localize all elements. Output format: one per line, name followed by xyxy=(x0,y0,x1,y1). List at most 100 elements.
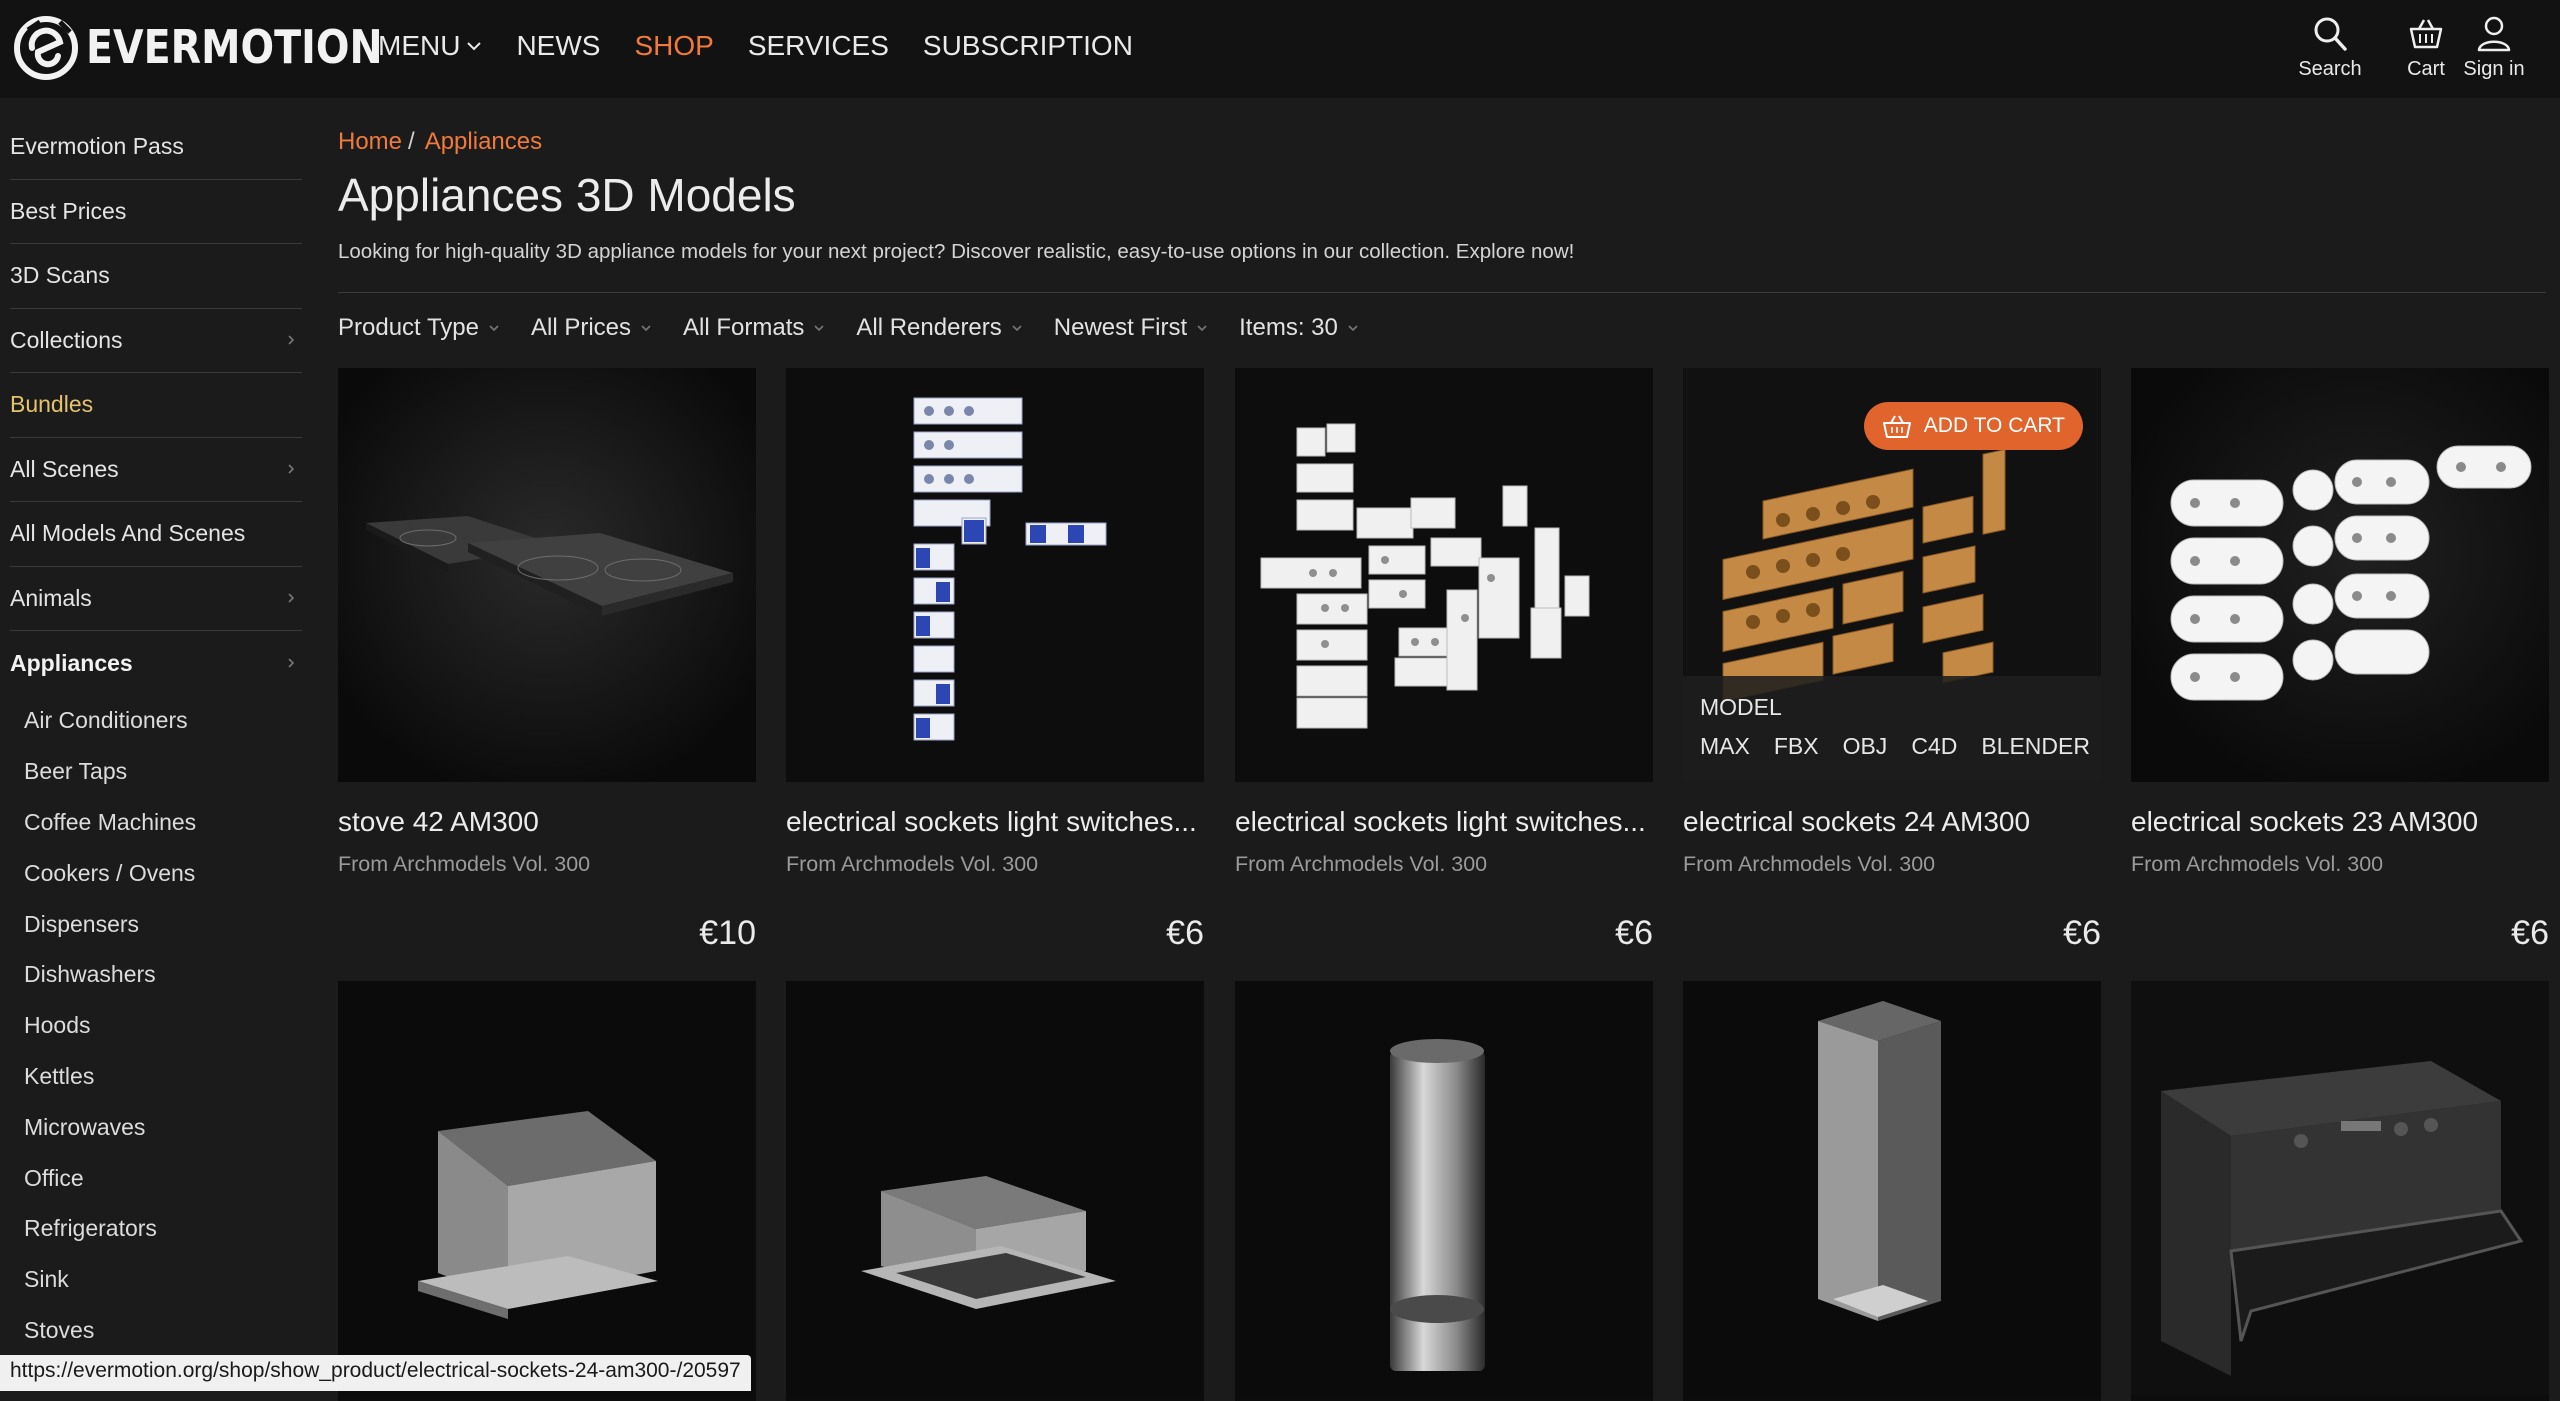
product-thumbnail[interactable] xyxy=(1235,368,1653,782)
cart-basket-icon xyxy=(2406,14,2446,54)
product-card xyxy=(786,981,1204,1401)
subcategory-hoods[interactable]: Hoods xyxy=(24,1000,302,1051)
chevron-down-icon xyxy=(466,38,482,54)
search-label: Search xyxy=(2298,58,2361,81)
add-to-cart-button[interactable]: ADD TO CART xyxy=(1864,402,2083,450)
sidebar-item-all-scenes[interactable]: All Scenes xyxy=(10,438,302,503)
sign-in-button[interactable]: Sign in xyxy=(2444,10,2544,84)
product-source[interactable]: From Archmodels Vol. 300 xyxy=(1683,852,2101,877)
nav-subscription[interactable]: SUBSCRIPTION xyxy=(923,30,1133,62)
format-tag: FBX xyxy=(1774,733,1819,760)
filter-label: All Formats xyxy=(683,314,804,342)
product-source[interactable]: From Archmodels Vol. 300 xyxy=(2131,852,2549,877)
product-thumbnail[interactable] xyxy=(786,368,1204,782)
product-source[interactable]: From Archmodels Vol. 300 xyxy=(786,852,1204,877)
product-source[interactable]: From Archmodels Vol. 300 xyxy=(1235,852,1653,877)
sidebar-item-evermotion-pass[interactable]: Evermotion Pass xyxy=(10,115,302,180)
product-title[interactable]: electrical sockets 24 AM300 xyxy=(1683,806,2101,838)
filter-renderers[interactable]: All Renderers xyxy=(856,314,1023,342)
subcategory-dispensers[interactable]: Dispensers xyxy=(24,899,302,950)
subcategory-beer-taps[interactable]: Beer Taps xyxy=(24,746,302,797)
product-title[interactable]: stove 42 AM300 xyxy=(338,806,756,838)
product-thumbnail[interactable]: ADD TO CART MODEL MAX FBX OBJ C4D BLENDE… xyxy=(1683,368,2101,782)
filter-formats[interactable]: All Formats xyxy=(683,314,826,342)
cylinder-hood-render-image xyxy=(1235,981,1653,1395)
format-tag: BLENDER xyxy=(1981,733,2090,760)
nav-shop[interactable]: SHOP xyxy=(634,30,713,62)
format-overlay: MODEL MAX FBX OBJ C4D BLENDER ... xyxy=(1683,676,2101,782)
sidebar-item-appliances[interactable]: Appliances xyxy=(10,631,302,696)
product-thumbnail[interactable] xyxy=(1235,981,1653,1401)
sidebar-item-label: All Models And Scenes xyxy=(10,520,245,547)
product-price: €6 xyxy=(2063,914,2101,953)
subcategory-cookers-ovens[interactable]: Cookers / Ovens xyxy=(24,848,302,899)
filter-label: Newest First xyxy=(1054,314,1187,342)
product-thumbnail[interactable] xyxy=(2131,368,2549,782)
search-icon xyxy=(2310,14,2350,54)
breadcrumb-appliances[interactable]: Appliances xyxy=(425,128,542,156)
switches-render-image xyxy=(786,368,1204,782)
sidebar-item-3d-scans[interactable]: 3D Scans xyxy=(10,244,302,309)
filter-prices[interactable]: All Prices xyxy=(531,314,653,342)
sidebar-item-best-prices[interactable]: Best Prices xyxy=(10,180,302,245)
filter-items-per-page[interactable]: Items: 30 xyxy=(1239,314,1360,342)
product-price: €6 xyxy=(1615,914,1653,953)
subcategory-refrigerators[interactable]: Refrigerators xyxy=(24,1203,302,1254)
subcategory-air-conditioners[interactable]: Air Conditioners xyxy=(24,696,302,747)
sidebar-item-bundles[interactable]: Bundles xyxy=(10,373,302,438)
chevron-right-icon xyxy=(284,462,298,476)
product-title[interactable]: electrical sockets light switches... xyxy=(1235,806,1653,838)
chevron-right-icon xyxy=(284,333,298,347)
product-title[interactable]: electrical sockets 23 AM300 xyxy=(2131,806,2549,838)
filter-label: All Prices xyxy=(531,314,631,342)
subcategory-sink[interactable]: Sink xyxy=(24,1254,302,1305)
nav-services[interactable]: SERVICES xyxy=(748,30,889,62)
appliances-subcategories: Air Conditioners Beer Taps Coffee Machin… xyxy=(10,696,302,1356)
sidebar-item-all-models-and-scenes[interactable]: All Models And Scenes xyxy=(10,502,302,567)
product-price: €10 xyxy=(699,914,756,953)
sidebar-item-label: Appliances xyxy=(10,650,133,677)
evermotion-logo[interactable]: EVERMOTION xyxy=(14,12,431,82)
logo-mark-icon xyxy=(14,12,80,82)
product-thumbnail[interactable] xyxy=(1683,981,2101,1401)
breadcrumb: Home / Appliances xyxy=(338,128,542,156)
chevron-down-icon xyxy=(1195,321,1209,335)
subcategory-microwaves[interactable]: Microwaves xyxy=(24,1102,302,1153)
link-preview-status-bar: https://evermotion.org/shop/show_product… xyxy=(0,1355,751,1391)
product-thumbnail[interactable] xyxy=(338,981,756,1401)
subcategory-dishwashers[interactable]: Dishwashers xyxy=(24,949,302,1000)
product-card: electrical sockets light switches... Fro… xyxy=(1235,368,1653,877)
product-thumbnail[interactable] xyxy=(2131,981,2549,1401)
page-title: Appliances 3D Models xyxy=(338,168,796,222)
round-sockets-render-image xyxy=(2131,368,2549,782)
nav-menu[interactable]: MENU xyxy=(378,30,482,62)
product-type-label: MODEL xyxy=(1700,694,2101,721)
breadcrumb-home[interactable]: Home xyxy=(338,128,402,156)
sidebar-item-collections[interactable]: Collections xyxy=(10,309,302,374)
search-button[interactable]: Search xyxy=(2280,10,2380,84)
product-price: €6 xyxy=(2511,914,2549,953)
product-thumbnail[interactable] xyxy=(786,981,1204,1401)
nav-news[interactable]: NEWS xyxy=(516,30,600,62)
chevron-down-icon xyxy=(1346,321,1360,335)
subcategory-kettles[interactable]: Kettles xyxy=(24,1051,302,1102)
format-tag: OBJ xyxy=(1843,733,1888,760)
chimney-hood-render-image xyxy=(1683,981,2101,1395)
subcategory-stoves[interactable]: Stoves xyxy=(24,1305,302,1356)
product-thumbnail[interactable] xyxy=(338,368,756,782)
filter-product-type[interactable]: Product Type xyxy=(338,314,501,342)
chevron-right-icon xyxy=(284,656,298,670)
main-nav: MENU NEWS SHOP SERVICES SUBSCRIPTION xyxy=(378,30,1167,62)
subcategory-coffee-machines[interactable]: Coffee Machines xyxy=(24,797,302,848)
product-title[interactable]: electrical sockets light switches... xyxy=(786,806,1204,838)
top-navigation-bar: EVERMOTION MENU NEWS SHOP SERVICES SUBSC… xyxy=(0,0,2560,98)
stove-render-image xyxy=(338,368,756,782)
sidebar-item-label: Animals xyxy=(10,585,92,612)
filter-label: Items: 30 xyxy=(1239,314,1338,342)
chevron-down-icon xyxy=(1010,321,1024,335)
product-card xyxy=(1683,981,2101,1401)
subcategory-office[interactable]: Office xyxy=(24,1153,302,1204)
sidebar-item-animals[interactable]: Animals xyxy=(10,567,302,632)
filter-sort[interactable]: Newest First xyxy=(1054,314,1209,342)
product-source[interactable]: From Archmodels Vol. 300 xyxy=(338,852,756,877)
